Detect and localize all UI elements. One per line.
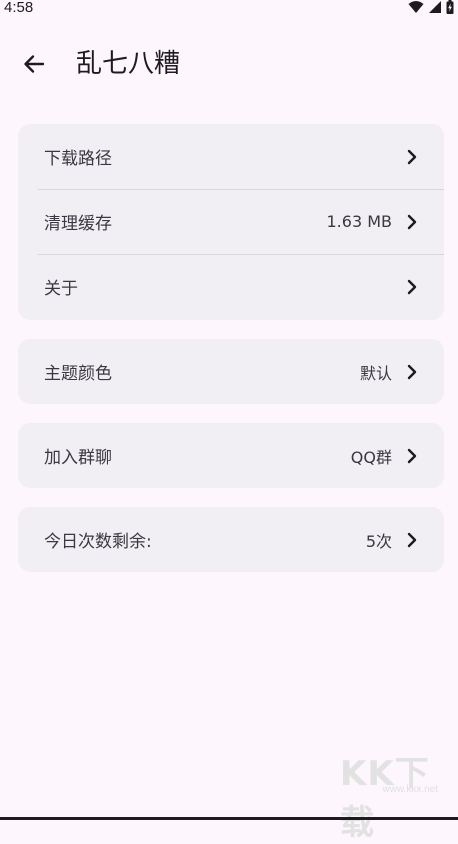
row-download-path[interactable]: 下载路径: [18, 124, 444, 189]
row-label: 主题颜色: [44, 364, 112, 384]
chevron-right-icon: [406, 214, 418, 230]
remaining-count-value: 5次: [365, 531, 392, 551]
cache-size-value: 1.63 MB: [326, 212, 393, 231]
status-icons: [408, 0, 454, 14]
status-bar: 4:58: [0, 0, 458, 18]
row-join-group[interactable]: 加入群聊 QQ群: [18, 423, 444, 488]
chevron-right-icon: [406, 279, 418, 295]
status-time: 4:58: [4, 0, 34, 16]
chevron-right-icon: [406, 532, 418, 548]
settings-card-storage: 下载路径 清理缓存 1.63 MB 关于: [18, 124, 444, 320]
row-label: 今日次数剩余:: [44, 532, 152, 552]
row-theme-color[interactable]: 主题颜色 默认: [18, 339, 444, 404]
settings-card-group-chat: 加入群聊 QQ群: [18, 423, 444, 488]
app-bar: 乱七八糟: [0, 36, 458, 92]
chevron-right-icon: [406, 448, 418, 464]
battery-icon: [446, 0, 454, 14]
row-about[interactable]: 关于: [18, 254, 444, 319]
page-title: 乱七八糟: [76, 49, 181, 79]
watermark: KK下载 www.kkx.net: [340, 746, 452, 843]
row-label: 加入群聊: [44, 448, 112, 468]
back-button[interactable]: [18, 48, 50, 80]
watermark-url: www.kkx.net: [382, 784, 438, 795]
theme-value: 默认: [359, 363, 392, 383]
signal-icon: [429, 1, 441, 13]
arrow-left-icon: [24, 55, 45, 73]
chevron-right-icon: [406, 364, 418, 380]
wifi-icon: [408, 1, 424, 13]
row-remaining-count[interactable]: 今日次数剩余: 5次: [18, 507, 444, 572]
watermark-logo: KK下载: [340, 754, 430, 843]
row-label: 清理缓存: [44, 214, 112, 234]
row-label: 关于: [44, 279, 78, 299]
settings-card-theme: 主题颜色 默认: [18, 339, 444, 404]
row-label: 下载路径: [44, 149, 112, 169]
group-value: QQ群: [350, 447, 392, 467]
settings-card-daily-quota: 今日次数剩余: 5次: [18, 507, 444, 572]
chevron-right-icon: [406, 149, 418, 165]
row-clear-cache[interactable]: 清理缓存 1.63 MB: [18, 189, 444, 254]
